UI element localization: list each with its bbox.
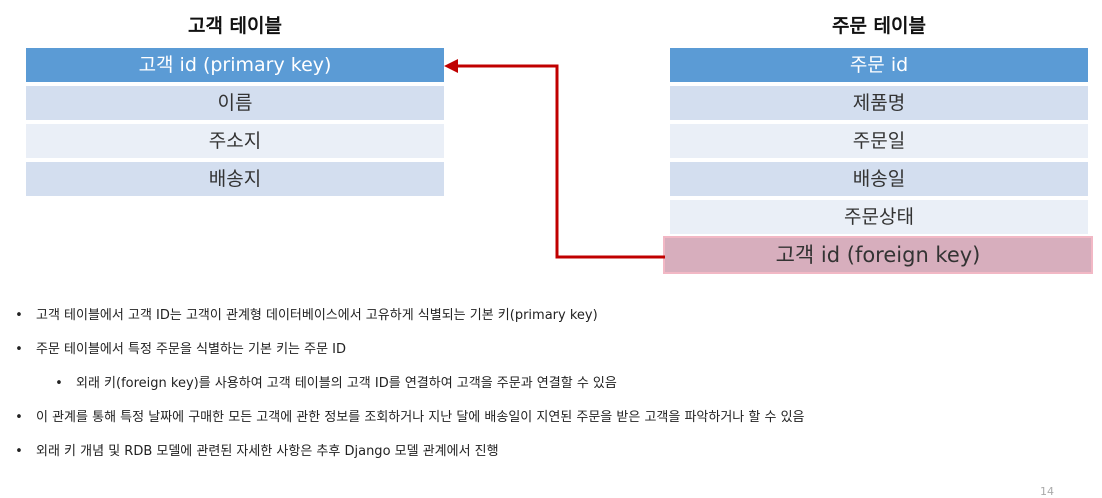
bullet-icon: • <box>15 444 23 459</box>
relationship-connector-line <box>456 64 665 259</box>
note-text: 주문 테이블에서 특정 주문을 식별하는 기본 키는 주문 ID <box>36 342 347 357</box>
bullet-icon: • <box>55 376 63 391</box>
note-item: • 이 관계를 통해 특정 날짜에 구매한 모든 고객에 관한 정보를 조회하거… <box>14 408 1084 428</box>
bullet-icon: • <box>15 342 23 357</box>
notes-list: • 고객 테이블에서 고객 ID는 고객이 관계형 데이터베이스에서 고유하게 … <box>14 306 1084 476</box>
note-text: 외래 키(foreign key)를 사용하여 고객 테이블의 고객 ID를 연… <box>76 376 617 391</box>
bullet-icon: • <box>15 308 23 323</box>
note-item: • 외래 키 개념 및 RDB 모델에 관련된 자세한 사항은 추후 Djang… <box>14 442 1084 462</box>
arrowhead-icon <box>444 59 458 73</box>
note-text: 이 관계를 통해 특정 날짜에 구매한 모든 고객에 관한 정보를 조회하거나 … <box>36 410 805 425</box>
bullet-icon: • <box>15 410 23 425</box>
note-item: • 주문 테이블에서 특정 주문을 식별하는 기본 키는 주문 ID <box>14 340 1084 360</box>
note-item: • 고객 테이블에서 고객 ID는 고객이 관계형 데이터베이스에서 고유하게 … <box>14 306 1084 326</box>
note-subitem: • 외래 키(foreign key)를 사용하여 고객 테이블의 고객 ID를… <box>14 374 1084 394</box>
note-text: 고객 테이블에서 고객 ID는 고객이 관계형 데이터베이스에서 고유하게 식별… <box>36 308 598 323</box>
note-text: 외래 키 개념 및 RDB 모델에 관련된 자세한 사항은 추후 Django … <box>36 444 499 459</box>
